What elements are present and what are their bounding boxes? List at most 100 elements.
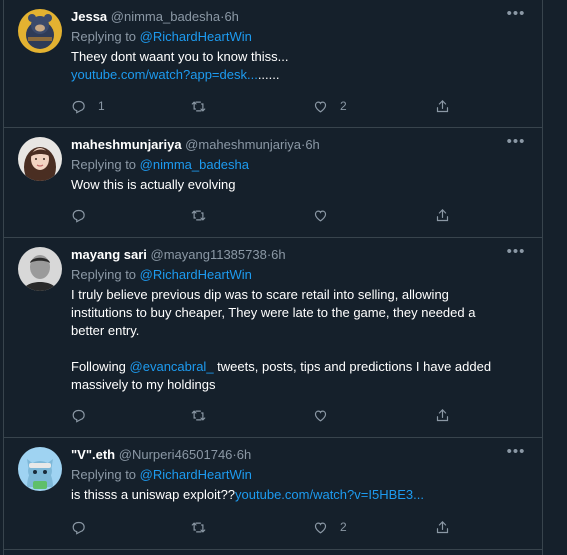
tweet-text-prefix: is thisss a uniswap exploit?? — [71, 487, 236, 502]
tweet-link[interactable]: youtube.com/watch?v=I5HBE3... — [235, 487, 424, 502]
retweet-button[interactable] — [191, 517, 218, 537]
retweet-button[interactable] — [191, 205, 218, 225]
display-name[interactable]: mayang sari — [71, 247, 147, 262]
like-button[interactable] — [313, 205, 340, 225]
tweet-text-line: massively to my holdings — [71, 377, 216, 392]
reply-button[interactable] — [71, 517, 98, 537]
retweet-icon — [191, 522, 206, 532]
avatar[interactable] — [18, 247, 62, 291]
tweet[interactable]: mayang sari @mayang11385738·6h ••• Reply… — [4, 238, 542, 438]
heart-icon — [314, 522, 327, 534]
more-options-icon[interactable]: ••• — [504, 244, 528, 265]
tweet-header: "V".eth @Nurperi46501746·6h — [71, 446, 524, 464]
tweet-content: mayang sari @mayang11385738·6h ••• Reply… — [71, 244, 524, 394]
share-button[interactable] — [435, 96, 450, 116]
more-options-icon[interactable]: ••• — [504, 6, 528, 27]
display-name[interactable]: maheshmunjariya — [71, 137, 182, 152]
retweet-icon — [191, 210, 206, 220]
avatar[interactable] — [18, 137, 62, 181]
tweet-content: maheshmunjariya @maheshmunjariya·6h ••• … — [71, 134, 524, 194]
user-handle[interactable]: @maheshmunjariya — [185, 137, 301, 152]
reply-button[interactable] — [71, 205, 98, 225]
retweet-icon — [191, 410, 206, 420]
like-button[interactable]: 2 — [313, 96, 347, 116]
tweet-content: Jessa @nimma_badesha·6h ••• Replying to … — [71, 6, 524, 84]
retweet-button[interactable] — [191, 96, 218, 116]
tweet-actions — [71, 405, 471, 425]
replying-to-label: Replying to — [71, 467, 137, 482]
tweet-text: I truly believe previous dip was to scar… — [71, 286, 524, 394]
replying-to: Replying to @RichardHeartWin — [71, 466, 524, 484]
retweet-icon — [191, 101, 206, 111]
avatar-image — [18, 137, 62, 181]
tweet-header: mayang sari @mayang11385738·6h — [71, 246, 524, 264]
timestamp[interactable]: 6h — [237, 447, 251, 462]
like-button[interactable]: 2 — [313, 517, 347, 537]
tweet-actions — [71, 205, 471, 225]
replying-to-mention[interactable]: @RichardHeartWin — [140, 29, 252, 44]
reply-icon — [72, 209, 85, 223]
tweet-text-line: Theey dont waant you to know thiss... — [71, 49, 289, 64]
like-count: 2 — [340, 520, 347, 534]
tweet[interactable]: Jessa @nimma_badesha·6h ••• Replying to … — [4, 0, 542, 128]
tweet-text-line: better entry. — [71, 323, 140, 338]
tweet-text: is thisss a uniswap exploit??youtube.com… — [71, 486, 524, 504]
user-handle[interactable]: @nimma_badesha — [111, 9, 220, 24]
tweet-text: Theey dont waant you to know thiss... yo… — [71, 48, 524, 84]
display-name[interactable]: Jessa — [71, 9, 107, 24]
avatar[interactable] — [18, 9, 62, 53]
share-button[interactable] — [435, 405, 450, 425]
share-button[interactable] — [435, 517, 450, 537]
reply-icon — [72, 409, 85, 423]
avatar-image — [18, 247, 62, 291]
tweet-header: maheshmunjariya @maheshmunjariya·6h — [71, 136, 524, 154]
timestamp[interactable]: 6h — [271, 247, 285, 262]
heart-icon — [314, 210, 327, 222]
tweet[interactable]: maheshmunjariya @maheshmunjariya·6h ••• … — [4, 128, 542, 238]
tweet-text-rest: tweets, posts, tips and predictions I ha… — [213, 359, 492, 374]
replying-to-label: Replying to — [71, 29, 137, 44]
tweet-text-line: I truly believe previous dip was to scar… — [71, 287, 449, 302]
reply-count: 1 — [98, 99, 105, 113]
tweet-text-line: institutions to buy cheaper, They were l… — [71, 305, 476, 320]
reply-button[interactable]: 1 — [71, 96, 105, 116]
share-button[interactable] — [435, 205, 450, 225]
replying-to: Replying to @nimma_badesha — [71, 156, 524, 174]
reply-feed: Jessa @nimma_badesha·6h ••• Replying to … — [0, 0, 567, 555]
replying-to-mention[interactable]: @nimma_badesha — [140, 157, 249, 172]
user-handle[interactable]: @Nurperi46501746 — [119, 447, 233, 462]
tweet-actions: 2 — [71, 517, 471, 537]
like-button[interactable] — [313, 405, 340, 425]
timestamp[interactable]: 6h — [224, 9, 238, 24]
avatar-image — [18, 9, 62, 53]
feed-right-border — [542, 0, 543, 555]
like-count: 2 — [340, 99, 347, 113]
avatar[interactable] — [18, 447, 62, 491]
share-icon — [436, 99, 449, 112]
replying-to-label: Replying to — [71, 267, 137, 282]
tweet[interactable]: "V".eth @Nurperi46501746·6h ••• Replying… — [4, 438, 542, 550]
tweet-content: "V".eth @Nurperi46501746·6h ••• Replying… — [71, 444, 524, 504]
reply-button[interactable] — [71, 405, 98, 425]
heart-icon — [314, 410, 327, 422]
timestamp[interactable]: 6h — [305, 137, 319, 152]
more-options-icon[interactable]: ••• — [504, 444, 528, 465]
tweet-header: Jessa @nimma_badesha·6h — [71, 8, 524, 26]
replying-to: Replying to @RichardHeartWin — [71, 266, 524, 284]
display-name[interactable]: "V".eth — [71, 447, 115, 462]
replying-to-label: Replying to — [71, 157, 137, 172]
replying-to-mention[interactable]: @RichardHeartWin — [140, 267, 252, 282]
more-options-icon[interactable]: ••• — [504, 134, 528, 155]
tweet-text-prefix: Following — [71, 359, 130, 374]
share-icon — [436, 208, 449, 221]
tweet-link-suffix: ...... — [257, 67, 280, 82]
tweet-mention[interactable]: @evancabral_ — [130, 359, 214, 374]
tweet-text: Wow this is actually evolving — [71, 176, 524, 194]
reply-icon — [72, 100, 85, 114]
retweet-button[interactable] — [191, 405, 218, 425]
tweet-link[interactable]: youtube.com/watch?app=desk... — [71, 67, 258, 82]
user-handle[interactable]: @mayang11385738 — [151, 247, 267, 262]
replying-to: Replying to @RichardHeartWin — [71, 28, 524, 46]
replying-to-mention[interactable]: @RichardHeartWin — [140, 467, 252, 482]
tweet-actions: 1 2 — [71, 96, 471, 116]
